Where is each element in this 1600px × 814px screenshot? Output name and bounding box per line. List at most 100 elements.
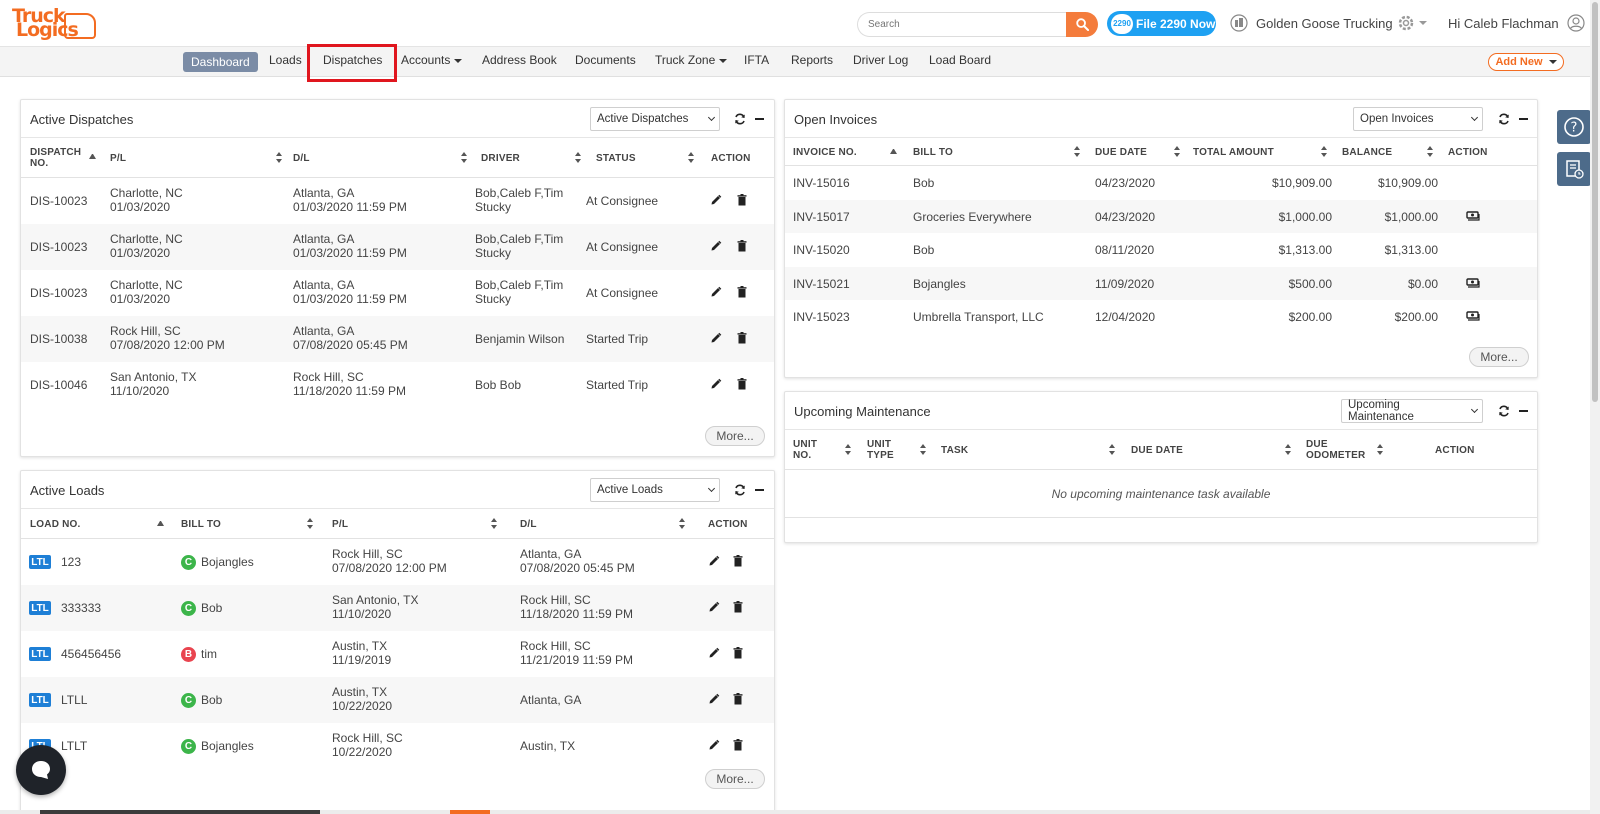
edit-button[interactable] bbox=[708, 739, 720, 754]
sort-icon[interactable] bbox=[679, 518, 686, 529]
settings-menu[interactable] bbox=[1396, 13, 1427, 33]
edit-button[interactable] bbox=[708, 647, 720, 662]
nav-reports[interactable]: Reports bbox=[791, 53, 833, 67]
sort-icon[interactable] bbox=[1377, 444, 1384, 455]
col-unit-no[interactable]: UNIT NO. bbox=[793, 439, 833, 461]
sort-icon[interactable] bbox=[491, 518, 498, 529]
loads-more-button[interactable]: More... bbox=[705, 769, 765, 789]
col-invoice-no[interactable]: INVOICE NO. bbox=[793, 147, 857, 158]
dispatches-filter-select[interactable]: Active Dispatches bbox=[590, 107, 720, 131]
edit-button[interactable] bbox=[710, 378, 722, 393]
delete-button[interactable] bbox=[733, 555, 743, 570]
edit-button[interactable] bbox=[710, 332, 722, 347]
delete-button[interactable] bbox=[733, 693, 743, 708]
col-unit-type[interactable]: UNIT TYPE bbox=[867, 439, 907, 461]
edit-button[interactable] bbox=[708, 555, 720, 570]
scrollbar-thumb[interactable] bbox=[1592, 2, 1598, 402]
sort-icon[interactable] bbox=[1427, 146, 1434, 157]
table-row[interactable]: DIS-10023 Charlotte, NC 01/03/2020 Atlanta,… bbox=[21, 224, 774, 270]
col-bill-to[interactable]: BILL TO bbox=[913, 147, 953, 158]
table-row[interactable]: DIS-10046 San Antonio, TX 11/10/2020 Rock H… bbox=[21, 362, 774, 408]
refresh-icon[interactable] bbox=[1498, 113, 1510, 125]
edit-button[interactable] bbox=[710, 240, 722, 255]
sort-icon[interactable] bbox=[575, 152, 582, 163]
sort-icon[interactable] bbox=[1109, 444, 1116, 455]
col-total-amount[interactable]: TOTAL AMOUNT bbox=[1193, 147, 1274, 158]
page-scrollbar[interactable] bbox=[1590, 0, 1600, 814]
table-row[interactable]: DIS-10038 Rock Hill, SC 07/08/2020 12:00 P… bbox=[21, 316, 774, 362]
table-row[interactable]: LTL 333333 C Bob San Antonio, TX 11/10/2020 Ro… bbox=[21, 585, 774, 631]
sort-icon[interactable] bbox=[276, 152, 283, 163]
col-task[interactable]: TASK bbox=[941, 445, 968, 456]
minimize-icon[interactable] bbox=[755, 118, 764, 120]
refresh-icon[interactable] bbox=[734, 113, 746, 125]
col-balance[interactable]: BALANCE bbox=[1342, 147, 1392, 158]
sort-icon[interactable] bbox=[1285, 444, 1292, 455]
minimize-icon[interactable] bbox=[1519, 410, 1528, 412]
nav-truck-zone[interactable]: Truck Zone bbox=[655, 53, 727, 67]
table-row[interactable]: LTLLTLTCBojanglesRock Hill, SC10/22/2020… bbox=[21, 723, 774, 769]
activity-log-button[interactable] bbox=[1557, 152, 1591, 186]
record-payment-button[interactable] bbox=[1466, 310, 1480, 325]
sort-icon[interactable] bbox=[688, 152, 695, 163]
sort-icon[interactable] bbox=[461, 152, 468, 163]
minimize-icon[interactable] bbox=[1519, 118, 1528, 120]
invoices-more-button[interactable]: More... bbox=[1469, 347, 1529, 367]
sort-icon[interactable] bbox=[1321, 146, 1328, 157]
col-pl[interactable]: P/L bbox=[332, 519, 348, 530]
table-row[interactable]: INV-15023 Umbrella Transport, LLC 12/04/20… bbox=[785, 300, 1537, 333]
delete-button[interactable] bbox=[737, 286, 747, 301]
add-new-button[interactable]: Add New bbox=[1488, 53, 1564, 71]
col-load-no[interactable]: LOAD NO. bbox=[30, 519, 81, 530]
col-dispatch-no[interactable]: DISPATCH NO. bbox=[30, 147, 85, 169]
col-due-date[interactable]: DUE DATE bbox=[1095, 147, 1147, 158]
record-payment-button[interactable] bbox=[1466, 210, 1480, 225]
help-button[interactable]: ? bbox=[1557, 110, 1591, 144]
delete-button[interactable] bbox=[733, 739, 743, 754]
delete-button[interactable] bbox=[737, 194, 747, 209]
user-menu[interactable]: Hi Caleb Flachman bbox=[1448, 14, 1585, 32]
sort-icon[interactable] bbox=[920, 444, 927, 455]
nav-load-board[interactable]: Load Board bbox=[929, 53, 991, 67]
search-input[interactable] bbox=[857, 12, 1067, 37]
edit-button[interactable] bbox=[710, 286, 722, 301]
invoices-filter-select[interactable]: Open Invoices bbox=[1353, 107, 1483, 131]
sort-icon[interactable] bbox=[845, 444, 852, 455]
table-row[interactable]: DIS-10023 Charlotte, NC 01/03/2020 Atlanta,… bbox=[21, 178, 774, 224]
table-row[interactable]: INV-15016 Bob 04/23/2020 $10,909.00 $10,909.… bbox=[785, 166, 1537, 199]
delete-button[interactable] bbox=[733, 601, 743, 616]
table-row[interactable]: LTL 123 C Bojangles Rock Hill, SC 07/08/2020 … bbox=[21, 539, 774, 585]
delete-button[interactable] bbox=[737, 378, 747, 393]
table-row[interactable]: LTL LTLL C Bob Austin, TX 10/22/2020 Atlanta, … bbox=[21, 677, 774, 723]
sort-asc-icon[interactable] bbox=[157, 521, 164, 526]
table-row[interactable]: LTL 456456456 Btim Austin, TX 11/19/2019 Rock… bbox=[21, 631, 774, 677]
col-dl[interactable]: D/L bbox=[293, 153, 310, 164]
col-driver[interactable]: DRIVER bbox=[481, 153, 520, 164]
refresh-icon[interactable] bbox=[1498, 405, 1510, 417]
col-due-date[interactable]: DUE DATE bbox=[1131, 445, 1183, 456]
truck-logics-logo[interactable]: Truck Logics bbox=[10, 5, 96, 43]
file-2290-button[interactable]: 2290 File 2290 Now bbox=[1107, 11, 1216, 36]
minimize-icon[interactable] bbox=[755, 489, 764, 491]
col-pl[interactable]: P/L bbox=[110, 153, 126, 164]
record-payment-button[interactable] bbox=[1466, 277, 1480, 292]
company-switcher[interactable]: Golden Goose Trucking bbox=[1230, 14, 1393, 32]
refresh-icon[interactable] bbox=[734, 484, 746, 496]
nav-address-book[interactable]: Address Book bbox=[482, 53, 557, 67]
sort-icon[interactable] bbox=[307, 518, 314, 529]
table-row[interactable]: INV-15020 Bob 08/11/2020 $1,313.00 $1,313.00 bbox=[785, 233, 1537, 266]
edit-button[interactable] bbox=[708, 693, 720, 708]
col-status[interactable]: STATUS bbox=[596, 153, 636, 164]
table-row[interactable]: INV-15021 Bojangles 11/09/2020 $500.00 $0.00 bbox=[785, 266, 1537, 300]
col-due-odometer[interactable]: DUE ODOMETER bbox=[1306, 439, 1371, 461]
search-button[interactable] bbox=[1066, 12, 1098, 37]
edit-button[interactable] bbox=[708, 601, 720, 616]
table-row[interactable]: INV-15017 Groceries Everywhere 04/23/2020 $… bbox=[785, 199, 1537, 233]
delete-button[interactable] bbox=[733, 647, 743, 662]
sort-icon[interactable] bbox=[1174, 146, 1181, 157]
sort-asc-icon[interactable] bbox=[89, 154, 96, 159]
loads-filter-select[interactable]: Active Loads bbox=[590, 478, 720, 502]
nav-documents[interactable]: Documents bbox=[575, 53, 636, 67]
table-row[interactable]: DIS-10023 Charlotte, NC 01/03/2020 Atlanta,… bbox=[21, 270, 774, 316]
delete-button[interactable] bbox=[737, 240, 747, 255]
